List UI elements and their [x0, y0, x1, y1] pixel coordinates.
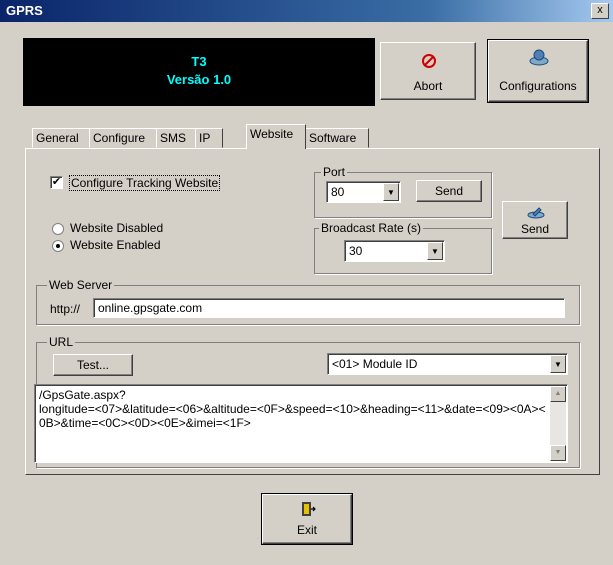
broadcast-rate-value: 30 — [349, 244, 363, 258]
abort-icon — [422, 54, 436, 68]
website-disabled-label: Website Disabled — [70, 221, 164, 235]
exit-door-icon — [302, 502, 316, 516]
check-mark-icon: ✔ — [51, 176, 62, 188]
website-disabled-radio[interactable] — [52, 223, 64, 235]
send-label: Send — [520, 222, 550, 236]
url-textarea[interactable]: /GpsGate.aspx? longitude=<07>&latitude=<… — [34, 384, 568, 463]
gprs-window: GPRS x T3 Versão 1.0 Abort Configuration… — [0, 0, 613, 565]
configurations-button[interactable]: Configurations — [487, 39, 589, 103]
window-title: GPRS — [6, 3, 43, 18]
version-text: Versão 1.0 — [166, 72, 232, 87]
scroll-up-icon[interactable]: ▲ — [550, 386, 566, 402]
abort-button[interactable]: Abort — [380, 42, 476, 100]
configure-tracking-checkbox[interactable]: ✔ — [50, 176, 63, 189]
exit-label: Exit — [296, 523, 317, 537]
module-select-value: <01> Module ID — [332, 357, 418, 371]
web-server-label: Web Server — [47, 278, 115, 292]
tab-sms[interactable]: SMS — [156, 128, 196, 148]
broadcast-rate-label: Broadcast Rate (s) — [319, 221, 424, 235]
broadcast-rate-select[interactable]: 30 ▼ — [344, 240, 445, 262]
send-icon — [527, 207, 545, 219]
website-enabled-radio[interactable] — [52, 240, 64, 252]
test-label: Test... — [76, 358, 109, 372]
url-text: /GpsGate.aspx? longitude=<07>&latitude=<… — [39, 388, 546, 430]
abort-label: Abort — [413, 79, 443, 93]
radio-selected-dot — [56, 244, 60, 248]
test-button[interactable]: Test... — [53, 354, 133, 376]
port-send-button[interactable]: Send — [416, 180, 482, 202]
version-display: T3 Versão 1.0 — [23, 38, 375, 106]
web-server-value: online.gpsgate.com — [98, 301, 203, 315]
tab-configure[interactable]: Configure — [89, 128, 157, 148]
port-value: 80 — [331, 185, 345, 199]
chevron-down-icon: ▼ — [427, 242, 443, 260]
http-prefix: http:// — [50, 302, 81, 316]
tab-general[interactable]: General — [32, 128, 90, 148]
url-scrollbar[interactable]: ▲ ▼ — [550, 386, 566, 461]
title-bar: GPRS x — [0, 0, 613, 22]
website-enabled-label: Website Enabled — [70, 238, 161, 252]
chevron-down-icon: ▼ — [550, 355, 566, 373]
configure-tracking-label: Configure Tracking Website — [69, 175, 221, 191]
tab-website[interactable]: Website — [246, 124, 306, 149]
send-button[interactable]: Send — [502, 201, 568, 239]
configurations-icon — [529, 49, 549, 66]
device-name: T3 — [191, 54, 207, 69]
tab-software[interactable]: Software — [305, 128, 369, 148]
scroll-down-icon[interactable]: ▼ — [550, 445, 566, 461]
port-send-label: Send — [434, 184, 464, 198]
url-label: URL — [47, 335, 76, 349]
web-server-input[interactable]: online.gpsgate.com — [93, 298, 565, 318]
port-label: Port — [321, 165, 348, 179]
chevron-down-icon: ▼ — [383, 183, 399, 201]
module-select[interactable]: <01> Module ID ▼ — [327, 353, 568, 375]
port-select[interactable]: 80 ▼ — [326, 181, 401, 203]
tab-ip[interactable]: IP — [195, 128, 223, 148]
close-button[interactable]: x — [591, 3, 609, 19]
exit-button[interactable]: Exit — [261, 493, 353, 545]
configurations-label: Configurations — [499, 79, 577, 93]
